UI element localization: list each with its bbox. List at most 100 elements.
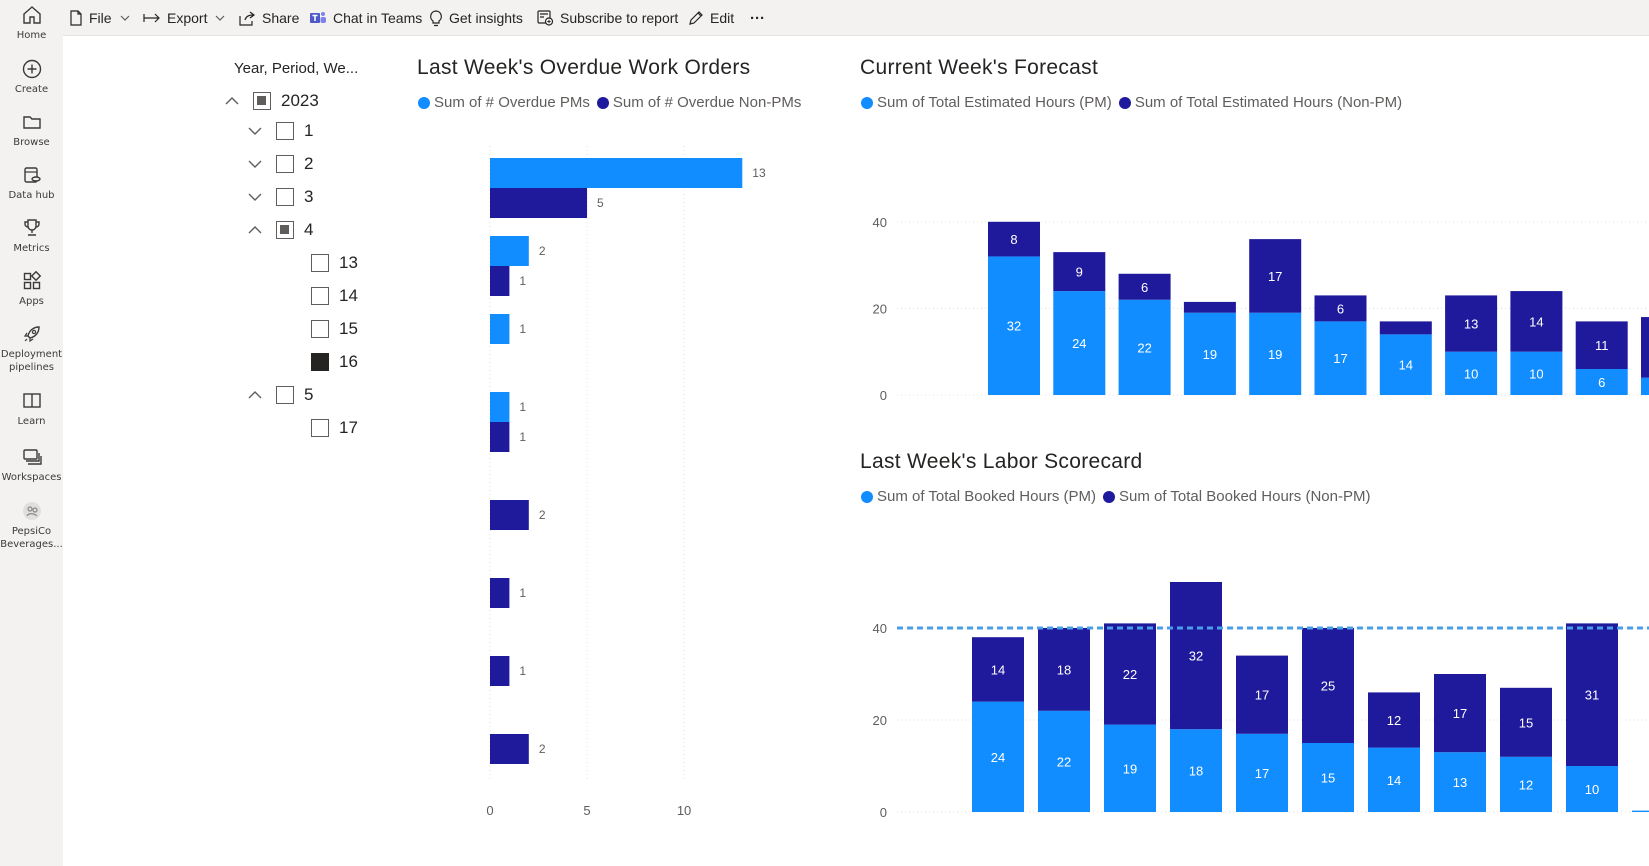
nav-data-hub[interactable]: Data hub <box>0 164 63 202</box>
bar-data-label: 1 <box>519 586 526 600</box>
column-data-label: 10 <box>1464 366 1478 381</box>
left-navigation: Home Create Browse Data hub Metrics Apps… <box>0 0 63 866</box>
legend-label: Sum of Total Estimated Hours (PM) <box>877 94 1112 111</box>
nav-label-line1: Deployment <box>0 349 63 360</box>
overdue-nonpm-bar[interactable] <box>490 578 510 608</box>
y-tick-label: 20 <box>873 301 887 316</box>
column-data-label: 14 <box>1387 773 1401 788</box>
nav-label: Metrics <box>13 243 50 254</box>
column-data-label: 15 <box>1519 715 1533 730</box>
nav-current-workspace[interactable]: PepsiCo Beverages... <box>0 500 63 551</box>
column-data-label: 11 <box>1595 338 1609 353</box>
bar-data-label: 5 <box>597 196 604 210</box>
column-data-label: 6 <box>1141 280 1148 295</box>
nonpm-column[interactable] <box>1183 301 1236 313</box>
column-data-label: 24 <box>1072 336 1086 351</box>
column-data-label: 22 <box>1057 754 1071 769</box>
bar-data-label: 1 <box>519 400 526 414</box>
file-menu-button[interactable]: File <box>69 0 130 36</box>
column-data-label: 14 <box>1529 314 1543 329</box>
nav-metrics[interactable]: Metrics <box>0 217 63 255</box>
legend-entry[interactable]: Sum of Total Estimated Hours (Non-PM) <box>1118 94 1402 111</box>
column-data-label: 12 <box>1519 777 1533 792</box>
insights-label: Get insights <box>449 10 523 26</box>
column-data-label: 12 <box>1387 713 1401 728</box>
legend-entry[interactable]: Sum of Total Booked Hours (Non-PM) <box>1102 488 1371 505</box>
column-data-label: 31 <box>1585 688 1599 703</box>
chat-in-teams-button[interactable]: Chat in Teams <box>309 0 422 36</box>
rocket-icon <box>23 326 40 343</box>
nav-workspaces[interactable]: Workspaces <box>0 446 63 484</box>
nav-deployment-pipelines[interactable]: Deployment pipelines <box>0 323 63 374</box>
nav-label-line2: Beverages... <box>0 539 63 550</box>
overdue-nonpm-bar[interactable] <box>490 422 510 452</box>
nav-create[interactable]: Create <box>0 58 63 96</box>
column-data-label: 9 <box>1076 265 1083 280</box>
overdue-pm-bar[interactable] <box>490 158 743 188</box>
report-toolbar: File Export Share Chat in Teams Get insi… <box>63 0 1649 36</box>
folder-icon <box>22 116 41 129</box>
bar-data-label: 2 <box>539 244 546 258</box>
nav-label: Create <box>14 84 49 95</box>
legend-label: Sum of Total Booked Hours (Non-PM) <box>1118 488 1371 505</box>
subscribe-button[interactable]: Subscribe to report <box>537 0 678 36</box>
subscribe-label: Subscribe to report <box>560 10 679 26</box>
legend-entry[interactable]: Sum of Total Estimated Hours (PM) <box>861 94 1112 111</box>
overdue-nonpm-bar[interactable] <box>490 656 510 686</box>
overdue-pm-bar[interactable] <box>490 314 510 344</box>
column-data-label: 32 <box>1007 319 1021 334</box>
column-data-label: 22 <box>1137 340 1151 355</box>
legend-dot <box>861 490 873 503</box>
nonpm-column[interactable] <box>1379 321 1432 335</box>
nav-home[interactable]: Home <box>0 4 63 42</box>
y-tick-label: 20 <box>873 713 887 728</box>
overdue-pm-bar[interactable] <box>490 392 510 422</box>
export-menu-button[interactable]: Export <box>143 0 225 36</box>
x-tick-label: 10 <box>677 803 691 818</box>
overdue-nonpm-bar[interactable] <box>490 500 529 530</box>
column-data-label: 17 <box>1255 766 1269 781</box>
nonpm-column[interactable] <box>1641 317 1649 378</box>
column-data-label: 19 <box>1203 347 1217 362</box>
labor-stacked-column-chart: 0 20 40 24 14 22 18 19 22 18 32 17 17 15 25 14 12 13 17 12 1… <box>873 582 1649 820</box>
share-button[interactable]: Share <box>239 0 299 36</box>
pm-column[interactable] <box>1632 810 1649 812</box>
workspace-avatar-icon <box>22 502 41 520</box>
column-data-label: 19 <box>1268 347 1282 362</box>
nav-learn[interactable]: Learn <box>0 390 63 428</box>
overdue-nonpm-bar[interactable] <box>490 266 510 296</box>
overdue-nonpm-bar[interactable] <box>490 734 529 764</box>
data-hub-icon <box>23 167 41 183</box>
column-data-label: 17 <box>1268 269 1282 284</box>
bar-data-label: 1 <box>519 430 526 444</box>
get-insights-button[interactable]: Get insights <box>429 0 523 36</box>
nav-label: Workspaces <box>1 472 62 483</box>
nav-browse[interactable]: Browse <box>0 111 63 149</box>
overdue-pm-bar[interactable] <box>490 236 529 266</box>
chart-legend: Sum of Total Booked Hours (PM) Sum of To… <box>861 488 1377 505</box>
pm-column[interactable] <box>1641 377 1649 395</box>
visual-title: Last Week's Labor Scorecard <box>860 450 1143 473</box>
y-tick-label: 0 <box>880 388 887 403</box>
nav-label: Home <box>16 30 47 41</box>
overdue-nonpm-bar[interactable] <box>490 188 588 218</box>
legend-entry[interactable]: Sum of Total Booked Hours (PM) <box>861 488 1096 505</box>
column-data-label: 22 <box>1123 667 1137 682</box>
column-data-label: 14 <box>991 662 1005 677</box>
nav-apps[interactable]: Apps <box>0 270 63 308</box>
lightbulb-icon <box>430 9 442 26</box>
y-tick-label: 40 <box>873 215 887 230</box>
visual-title: Current Week's Forecast <box>860 56 1099 79</box>
more-options-button[interactable]: ··· <box>750 0 765 36</box>
overdue-bar-chart: 0 5 10 13 5 2 1 1 1 1 2 1 1 2 <box>486 146 766 818</box>
book-icon <box>22 393 41 408</box>
share-icon <box>239 11 255 26</box>
chevron-down-icon <box>120 15 129 21</box>
edit-button[interactable]: Edit <box>688 0 734 36</box>
nav-label: Data hub <box>8 190 55 201</box>
teams-icon <box>310 12 326 23</box>
bar-data-label: 1 <box>519 664 526 678</box>
nav-label: Apps <box>19 296 44 307</box>
x-tick-label: 0 <box>486 803 493 818</box>
legend-dot <box>1102 490 1115 503</box>
